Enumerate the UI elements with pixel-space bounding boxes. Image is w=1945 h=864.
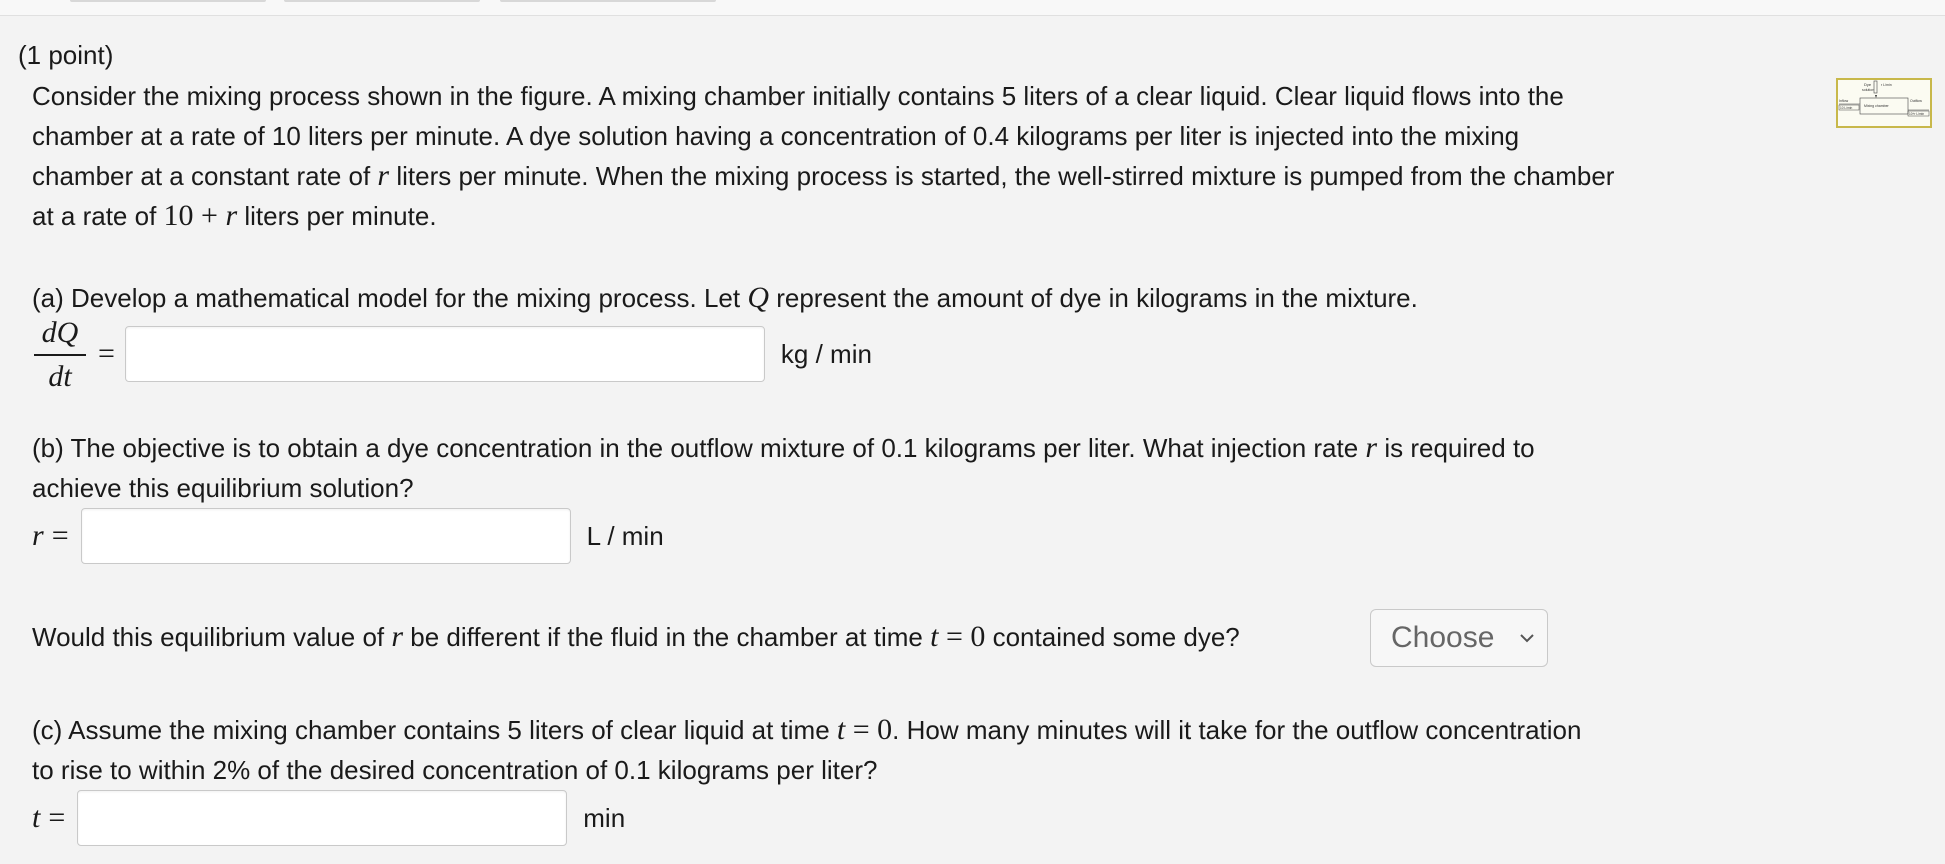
var-q: Q [747,281,769,314]
figure-label-inflow-rate: 10 L/min [1840,106,1852,110]
part-a-answer-row: = kg / min [98,326,872,382]
figure-label-solution: solution [1862,88,1874,92]
chevron-down-icon [1520,634,1534,643]
part-c-line-1: (c) Assume the mixing chamber contains 5… [32,710,1581,750]
part-c-answer-row: t = min [32,790,625,846]
problem-line-2: chamber at a rate of 10 liters per minut… [32,121,1520,151]
part-b-line-2: achieve this equilibrium solution? [32,473,414,503]
var-r: r [1365,431,1378,464]
mixing-figure-thumbnail[interactable]: Dye solution r L/min Inflow 10 L/min Mix… [1836,78,1932,128]
problem-line-1: Consider the mixing process shown in the… [32,81,1564,111]
equals-sign: = [98,337,115,370]
question-text: contained some dye? [985,622,1240,652]
t-equals-zero: = 0 [845,713,893,746]
equals-sign: = [48,801,66,834]
dye-effect-select[interactable]: Choose [1370,609,1548,667]
figure-label-dye: Dye [1864,82,1872,87]
figure-label-outflow: Outflow [1910,99,1922,103]
problem-text: at a rate of [32,201,164,231]
unit-l-per-min: L / min [586,520,664,551]
top-tab-strip [0,0,1945,16]
part-c-prompt: (c) Assume the mixing chamber contains 5… [32,710,1581,790]
problem-text: liters per minute. [237,201,437,231]
unit-min: min [583,802,626,833]
figure-label-inflow: Inflow [1839,99,1849,103]
part-a-text: (a) Develop a mathematical model for the… [32,283,748,313]
problem-line-3: chamber at a constant rate of r liters p… [32,156,1802,196]
var-t: t [836,713,846,746]
points-label: (1 point) [18,40,114,70]
dye-inlet-pipe [1873,80,1878,94]
problem-statement: Consider the mixing process shown in the… [32,76,1802,236]
top-tab-3[interactable] [500,0,716,2]
equilibrium-question: Would this equilibrium value of r be dif… [32,617,1240,657]
problem-text: chamber at a constant rate of [32,161,378,191]
question-text: Would this equilibrium value of [32,622,392,652]
dye-arrow-icon [1875,95,1877,98]
var-t-lhs: t [32,801,41,834]
outflow-expression-num: 10 + [163,199,226,232]
problem-text: liters per minute. When the mixing proce… [389,161,1615,191]
var-r: r [377,159,390,192]
var-r: r [225,199,238,232]
part-a-prompt: (a) Develop a mathematical model for the… [32,278,1418,318]
minutes-input[interactable] [77,790,568,846]
frac-bar [34,354,86,356]
part-b-text: is required to [1377,433,1535,463]
unit-kg-per-min: kg / min [780,338,872,369]
part-c-line-2: to rise to within 2% of the desired conc… [32,755,878,785]
part-a-text: represent the amount of dye in kilograms… [769,283,1418,313]
frac-denominator: dt [48,360,72,393]
equals-sign: = [51,519,69,552]
var-r-lhs: r [32,519,44,552]
problem-line-4: at a rate of 10 + r liters per minute. [32,196,1802,236]
t-equals-zero: = 0 [938,620,986,653]
top-tab-1[interactable] [70,0,266,2]
part-b-line-1: (b) The objective is to obtain a dye con… [32,428,1535,468]
select-value: Choose [1391,621,1495,654]
part-b-text: (b) The objective is to obtain a dye con… [32,433,1366,463]
derivative-dq-dt: dQ dt [34,316,86,394]
part-c-text: . How many minutes will it take for the … [892,715,1582,745]
part-b-answer-row: r = L / min [32,508,664,564]
part-b-prompt: (b) The objective is to obtain a dye con… [32,428,1535,508]
injection-rate-input[interactable] [80,508,571,564]
top-tab-2[interactable] [284,0,480,2]
frac-numerator: dQ [41,316,79,349]
question-text: be different if the fluid in the chamber… [403,622,931,652]
figure-label-chamber: Mixing chamber [1864,104,1890,108]
part-c-text: (c) Assume the mixing chamber contains 5… [32,715,837,745]
figure-label-dye-rate: r L/min [1881,83,1892,87]
dq-dt-input[interactable] [124,326,765,382]
figure-label-outflow-rate: 10+r L/min [1909,112,1924,116]
var-r: r [391,620,404,653]
